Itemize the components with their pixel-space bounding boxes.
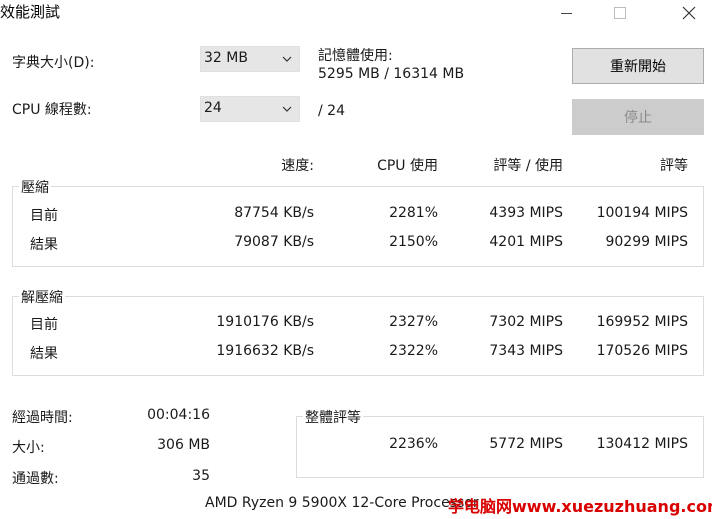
compress-current-cpu: 2281% [389, 205, 438, 221]
compress-result-rating-usage: 4201 MIPS [489, 234, 563, 250]
decompress-current-rating: 169952 MIPS [596, 314, 688, 330]
decompress-current-speed: 1910176 KB/s [216, 314, 314, 330]
overall-rating: 130412 MIPS [596, 436, 688, 452]
compress-row-result-label: 結果 [30, 237, 58, 253]
compress-group-label: 壓縮 [19, 177, 51, 197]
decompress-result-rating-usage: 7343 MIPS [489, 343, 563, 359]
passes-value: 35 [192, 468, 210, 484]
compress-result-rating: 90299 MIPS [605, 234, 688, 250]
decompress-result-speed: 1916632 KB/s [216, 343, 314, 359]
compress-group [12, 186, 704, 267]
compress-result-cpu: 2150% [389, 234, 438, 250]
memory-value: 5295 MB / 16314 MB [318, 66, 465, 82]
minimize-icon[interactable] [543, 0, 589, 26]
decompress-current-cpu: 2327% [389, 314, 438, 330]
cpu-info: AMD Ryzen 9 5900X 12-Core Processor [205, 495, 479, 511]
size-value: 306 MB [157, 437, 210, 453]
restart-button[interactable]: 重新開始 [572, 48, 704, 84]
window-title: 效能測試 [0, 3, 61, 21]
overall-rating-usage: 5772 MIPS [489, 436, 563, 452]
compress-row-current-label: 目前 [30, 208, 58, 224]
decompress-group [12, 296, 704, 376]
threads-label: CPU 線程數: [12, 102, 92, 118]
compress-current-rating: 100194 MIPS [596, 205, 688, 221]
close-icon[interactable] [666, 0, 712, 26]
compress-result-speed: 79087 KB/s [234, 234, 314, 250]
watermark: 学电脑网www.xuezuzhuang.com [448, 497, 712, 516]
col-header-rating: 評等 [660, 158, 688, 174]
maximize-icon[interactable] [597, 0, 643, 26]
dict-size-label: 字典大小(D): [12, 55, 95, 71]
col-header-speed: 速度: [281, 158, 314, 174]
decompress-result-cpu: 2322% [389, 343, 438, 359]
elapsed-time-value: 00:04:16 [147, 407, 210, 423]
decompress-row-current-label: 目前 [30, 317, 58, 333]
stop-button[interactable]: 停止 [572, 99, 704, 135]
decompress-row-result-label: 結果 [30, 346, 58, 362]
decompress-current-rating-usage: 7302 MIPS [489, 314, 563, 330]
col-header-rating-usage: 評等 / 使用 [493, 158, 563, 174]
overall-rating-label: 整體評等 [303, 407, 363, 427]
dict-size-value: 32 MB [204, 50, 248, 66]
overall-cpu: 2236% [389, 436, 438, 452]
passes-label: 通過數: [12, 471, 59, 487]
threads-total: / 24 [318, 103, 345, 119]
compress-current-rating-usage: 4393 MIPS [489, 205, 563, 221]
dict-size-select[interactable]: 32 MB [200, 46, 300, 72]
decompress-group-label: 解壓縮 [19, 287, 65, 307]
col-header-cpu: CPU 使用 [377, 158, 438, 174]
threads-select[interactable]: 24 [200, 96, 300, 122]
decompress-result-rating: 170526 MIPS [596, 343, 688, 359]
chevron-down-icon [282, 56, 292, 62]
size-label: 大小: [12, 440, 45, 456]
chevron-down-icon [282, 106, 292, 112]
elapsed-time-label: 經過時間: [12, 410, 73, 426]
compress-current-speed: 87754 KB/s [234, 205, 314, 221]
memory-label: 記憶體使用: [318, 48, 393, 64]
threads-value: 24 [204, 100, 222, 116]
